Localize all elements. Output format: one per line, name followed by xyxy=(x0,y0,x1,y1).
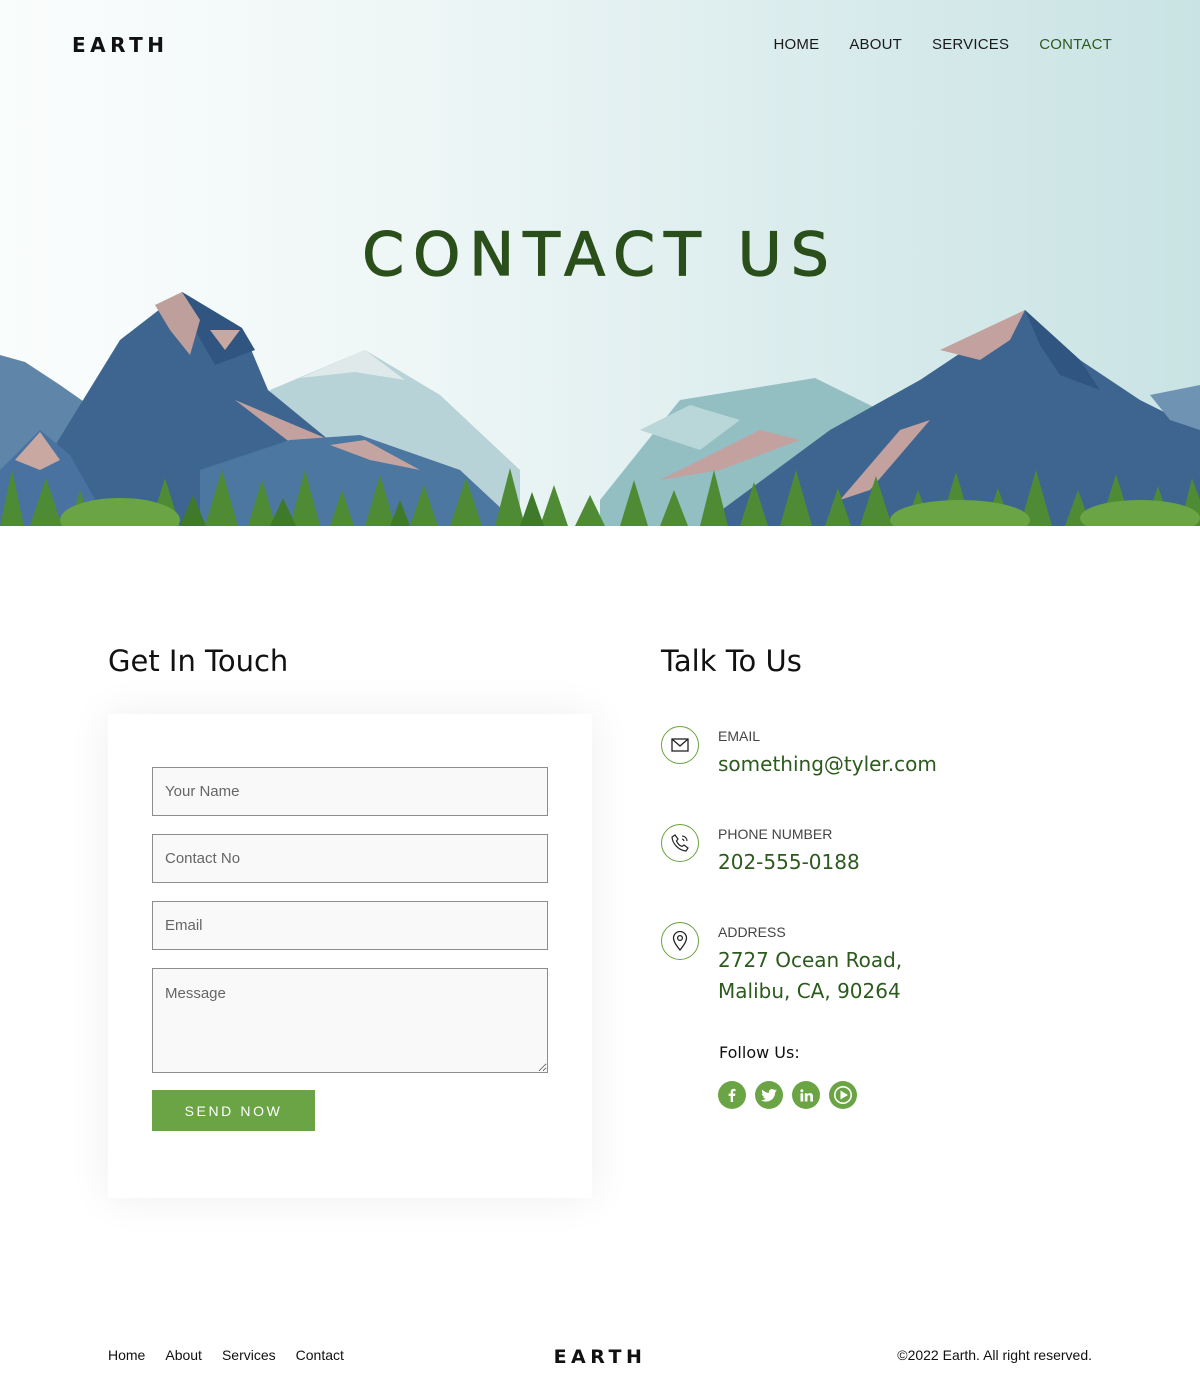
social-links xyxy=(718,1081,857,1109)
nav-contact[interactable]: CONTACT xyxy=(1039,36,1112,53)
phone-label: PHONE NUMBER xyxy=(718,826,833,842)
phone-icon xyxy=(661,824,699,862)
main-nav: HOME ABOUT SERVICES CONTACT xyxy=(774,36,1112,53)
name-input[interactable] xyxy=(152,767,548,816)
facebook-icon[interactable] xyxy=(718,1081,746,1109)
nav-home[interactable]: HOME xyxy=(774,36,820,53)
copyright-text: ©2022 Earth. All right reserved. xyxy=(897,1347,1092,1363)
email-label: EMAIL xyxy=(718,728,761,744)
email-input[interactable] xyxy=(152,901,548,950)
talk-to-us-heading: Talk To Us xyxy=(661,644,802,678)
hero-banner: EARTH HOME ABOUT SERVICES CONTACT CONTAC… xyxy=(0,0,1200,526)
follow-us-label: Follow Us: xyxy=(719,1043,800,1062)
site-logo[interactable]: EARTH xyxy=(72,33,169,57)
address-line-2: Malibu, CA, 90264 xyxy=(718,979,901,1003)
nav-services[interactable]: SERVICES xyxy=(932,36,1009,53)
page-title: CONTACT US xyxy=(362,219,838,290)
contact-number-input[interactable] xyxy=(152,834,548,883)
envelope-icon xyxy=(661,726,699,764)
nav-about[interactable]: ABOUT xyxy=(849,36,902,53)
contact-form: SEND NOW xyxy=(108,714,592,1198)
address-label: ADDRESS xyxy=(718,924,786,940)
phone-value[interactable]: 202-555-0188 xyxy=(718,847,860,878)
youtube-icon[interactable] xyxy=(829,1081,857,1109)
get-in-touch-heading: Get In Touch xyxy=(108,644,289,678)
linkedin-icon[interactable] xyxy=(792,1081,820,1109)
send-now-button[interactable]: SEND NOW xyxy=(152,1090,315,1131)
email-value[interactable]: something@tyler.com xyxy=(718,749,937,780)
twitter-icon[interactable] xyxy=(755,1081,783,1109)
map-pin-icon xyxy=(661,922,699,960)
address-line-1: 2727 Ocean Road, xyxy=(718,948,903,972)
message-textarea[interactable] xyxy=(152,968,548,1073)
